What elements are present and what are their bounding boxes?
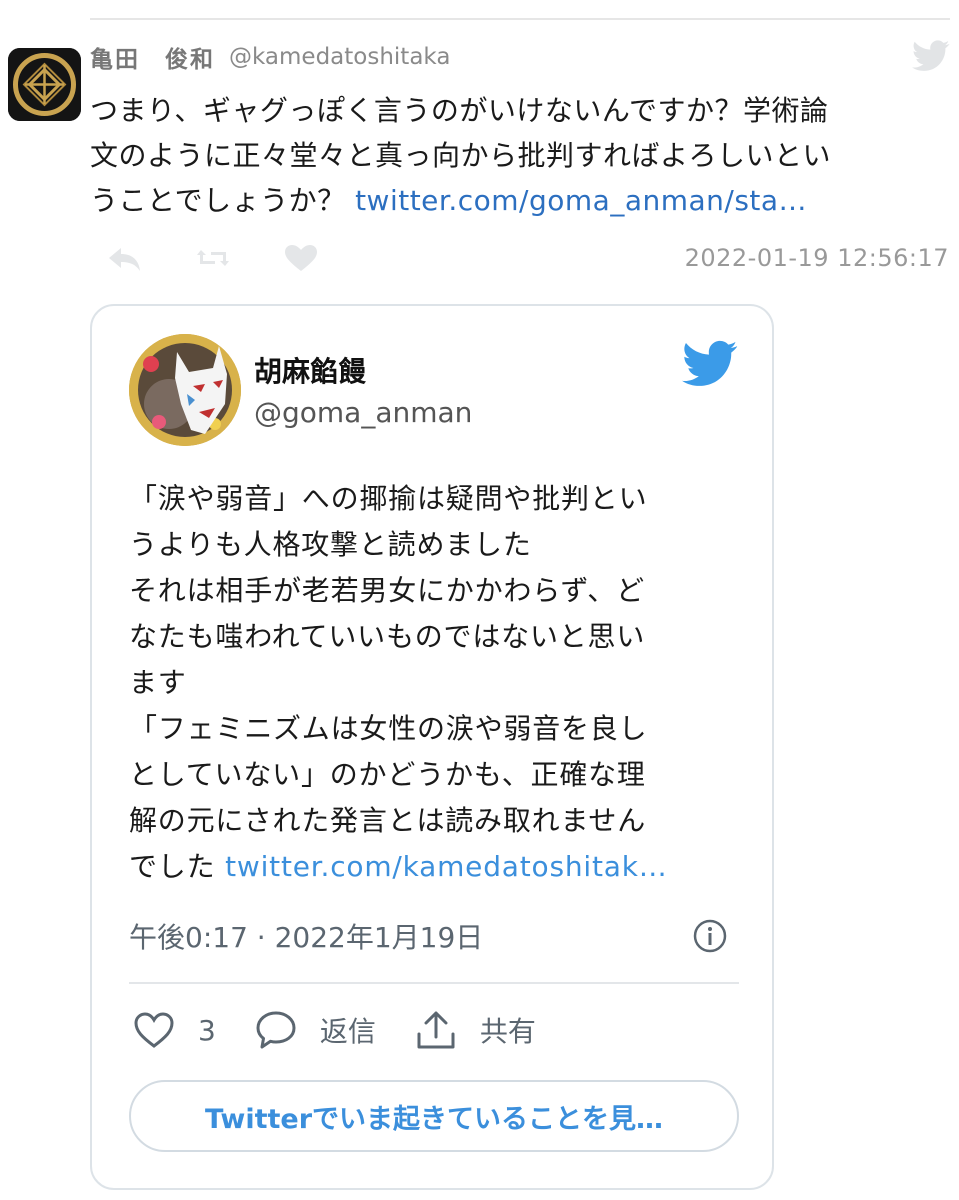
fox-mask-avatar-icon bbox=[129, 334, 241, 446]
quoted-text-line: ます bbox=[129, 666, 187, 699]
quoted-text-line: でした bbox=[129, 850, 226, 883]
author-avatar[interactable] bbox=[8, 48, 81, 121]
tweet-text-line: うことでしょうか？ bbox=[90, 184, 356, 217]
heart-icon bbox=[134, 1012, 174, 1048]
tweet-text-line: 文のように正々堂々と真っ向から批判すればよろしいとい bbox=[90, 139, 832, 172]
quoted-text-line: 解の元にされた発言とは読み取れません bbox=[129, 804, 647, 837]
like-button[interactable]: 3 bbox=[132, 1010, 216, 1050]
tweet-header: 亀田 俊和 @kamedatoshitaka bbox=[90, 40, 450, 74]
quoted-text-line: 「フェミニズムは女性の涙や弱音を良し bbox=[129, 712, 648, 745]
quoted-divider bbox=[129, 982, 739, 984]
tweet-text: つまり、ギャグっぽく言うのがいけないんですか？学術論 文のように正々堂々と真っ向… bbox=[90, 88, 940, 223]
author-name[interactable]: 亀田 俊和 bbox=[90, 40, 215, 74]
see-whats-happening-button[interactable]: Twitterでいま起きていることを見… bbox=[129, 1080, 739, 1152]
share-button[interactable]: 共有 bbox=[414, 1008, 536, 1052]
like-icon[interactable] bbox=[281, 242, 321, 274]
quoted-link[interactable]: twitter.com/kamedatoshitak… bbox=[225, 850, 667, 883]
speech-bubble-icon bbox=[256, 1011, 296, 1049]
quoted-text-line: それは相手が老若男女にかかわらず、ど bbox=[129, 574, 645, 607]
quoted-actions: 3 返信 共有 bbox=[132, 1006, 574, 1054]
info-icon[interactable] bbox=[692, 918, 728, 954]
family-crest-icon bbox=[8, 48, 81, 121]
quoted-timestamp[interactable]: 午後0:17 · 2022年1月19日 bbox=[129, 916, 483, 956]
top-divider bbox=[90, 18, 950, 20]
author-handle[interactable]: @kamedatoshitaka bbox=[229, 44, 450, 70]
reply-label: 返信 bbox=[319, 1015, 376, 1048]
tweet-text-line: つまり、ギャグっぽく言うのがいけないんですか？学術論 bbox=[90, 94, 829, 127]
quoted-text-line: としていない」のかどうかも、正確な理 bbox=[129, 758, 646, 791]
quoted-author-handle[interactable]: @goma_anman bbox=[254, 396, 472, 429]
quoted-text-line: うよりも人格攻撃と読めました bbox=[129, 528, 532, 561]
twitter-bird-icon[interactable] bbox=[912, 40, 950, 72]
twitter-bird-icon[interactable] bbox=[682, 340, 738, 388]
tweet-link[interactable]: twitter.com/goma_anman/sta… bbox=[355, 184, 807, 217]
quoted-tweet-card[interactable]: 胡麻餡饅 @goma_anman 「涙や弱音」への揶揄は疑問や批判とい うよりも… bbox=[90, 304, 774, 1190]
quoted-tweet-text: 「涙や弱音」への揶揄は疑問や批判とい うよりも人格攻撃と読めました それは相手が… bbox=[129, 476, 749, 890]
quoted-author-name[interactable]: 胡麻餡饅 bbox=[254, 350, 366, 390]
retweet-icon[interactable] bbox=[193, 242, 233, 274]
reply-icon[interactable] bbox=[105, 242, 145, 274]
quoted-text-line: なたも嗤われていいものではないと思い bbox=[129, 620, 646, 653]
reply-button[interactable]: 返信 bbox=[254, 1009, 376, 1051]
quoted-text-line: 「涙や弱音」への揶揄は疑問や批判とい bbox=[129, 482, 648, 515]
share-icon bbox=[417, 1011, 455, 1049]
tweet-timestamp: 2022-01-19 12:56:17 bbox=[684, 244, 949, 272]
quoted-author-avatar[interactable] bbox=[129, 334, 241, 446]
share-label: 共有 bbox=[479, 1015, 536, 1048]
tweet-actions bbox=[105, 240, 369, 276]
like-count: 3 bbox=[198, 1013, 216, 1047]
